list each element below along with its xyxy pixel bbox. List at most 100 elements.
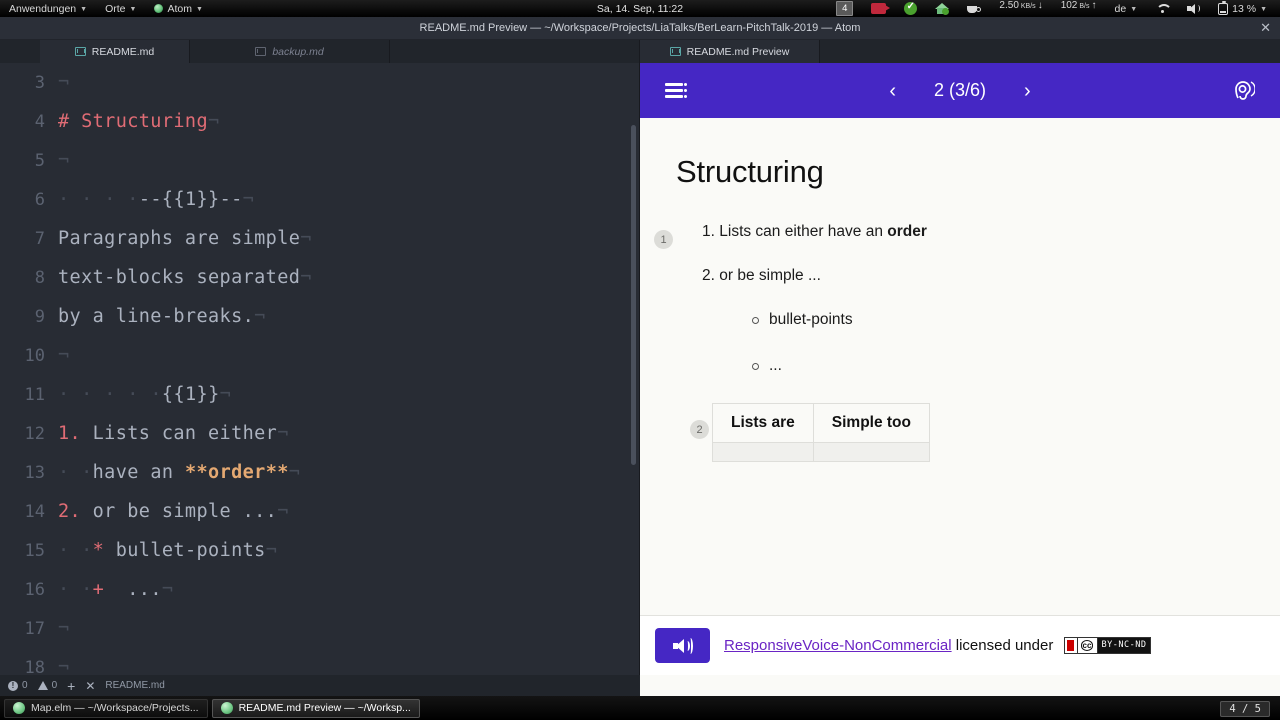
warning-count[interactable]: 0: [37, 680, 58, 691]
line-content: 1. Lists can either¬: [58, 423, 289, 444]
tabbar-empty-space: [390, 40, 639, 63]
line-content: · ·+ ...¬: [58, 579, 174, 600]
wifi-icon: [1155, 3, 1169, 14]
add-button[interactable]: +: [67, 678, 75, 694]
line-content: 2. or be simple ...¬: [58, 501, 289, 522]
tab-readme-md[interactable]: README.md: [40, 40, 190, 63]
error-count-label: 0: [22, 680, 28, 691]
line-number: 3: [34, 72, 45, 93]
atom-app-icon: [220, 702, 233, 714]
circle-bullet-icon: [752, 316, 759, 324]
editor-line: 14 2. or be simple ...¬: [0, 492, 640, 531]
ordered-list-marker: 1.: [702, 223, 715, 240]
table-header-cell[interactable]: Simple too: [812, 403, 931, 443]
taskbar-window-label: README.md Preview — ~/Worksp...: [238, 702, 411, 714]
line-content: ¬: [58, 150, 70, 171]
next-slide-button[interactable]: ›: [1024, 81, 1031, 101]
coffee-cup-icon: [967, 3, 982, 14]
license-text-label: licensed under: [951, 636, 1058, 654]
line-content: # Structuring¬: [58, 111, 220, 132]
line-content: · ·* bullet-points¬: [58, 540, 278, 561]
line-number: 18: [24, 657, 45, 676]
ordered-list-marker: 2.: [702, 266, 715, 284]
effect-group-2: 2 Lists are Simple too: [676, 403, 1240, 462]
taskbar-right: 4 / 5: [1220, 699, 1276, 717]
bullet-list-text: ...: [769, 357, 782, 374]
line-content: · · · · ·{{1}}¬: [58, 384, 232, 405]
cc-license-code: BY-NC-ND: [1096, 638, 1151, 654]
slide-counter: 2 (3/6): [933, 80, 987, 100]
table-header-cell[interactable]: Lists are: [712, 403, 814, 443]
responsivevoice-link[interactable]: ResponsiveVoice-NonCommercial: [724, 637, 952, 654]
cc-flag-icon: [1064, 638, 1077, 654]
line-content: text-blocks separated¬: [58, 267, 312, 288]
prev-slide-button[interactable]: ‹: [889, 81, 896, 101]
line-content: Paragraphs are simple¬: [58, 228, 312, 249]
line-number: 4: [34, 111, 45, 132]
line-number: 15: [24, 540, 45, 561]
ear-listen-icon[interactable]: [1233, 79, 1256, 103]
editor-line: 5 ¬: [0, 141, 640, 180]
taskbar: Map.elm — ~/Workspace/Projects... README…: [0, 696, 1280, 720]
line-number: 14: [24, 501, 45, 522]
slide-table: Lists are Simple too: [712, 403, 931, 462]
speaker-icon: [1187, 3, 1201, 14]
taskbar-window-map-elm[interactable]: Map.elm — ~/Workspace/Projects...: [4, 698, 208, 718]
warning-icon: [37, 681, 48, 690]
battery-icon: [1218, 0, 1229, 15]
editor-scrollbar[interactable]: [631, 125, 636, 465]
error-icon: !: [8, 680, 18, 691]
line-content: by a line-breaks.¬: [58, 306, 266, 327]
editor-line: 8 text-blocks separated¬: [0, 258, 640, 297]
editor-line: 10 ¬: [0, 336, 640, 375]
cc-circle-icon: cc: [1076, 638, 1097, 654]
line-number: 8: [34, 267, 45, 288]
effect-group-1: 1 1. Lists can either have an order 2. o…: [654, 223, 1240, 375]
effect-badge[interactable]: 1: [654, 230, 673, 249]
close-status-button[interactable]: ✕: [85, 679, 95, 693]
liascript-toolbar: ‹ 2 (3/6) ›: [640, 63, 1280, 118]
editor-line: 4 # Structuring¬: [0, 102, 640, 141]
chevron-down-icon: ▼: [1130, 6, 1138, 13]
cc-symbol: cc: [1080, 640, 1094, 652]
line-number: 13: [24, 462, 45, 483]
error-count[interactable]: ! 0: [8, 680, 28, 691]
effect-badge[interactable]: 2: [690, 420, 709, 439]
editor-line: 13 · ·have an **order**¬: [0, 453, 640, 492]
line-number: 11: [24, 384, 45, 405]
circle-bullet-icon: [752, 362, 759, 370]
creative-commons-badge[interactable]: cc BY-NC-ND: [1063, 637, 1152, 655]
line-content: · · · ·--{{1}}--¬: [58, 189, 255, 210]
taskbar-window-readme-preview[interactable]: README.md Preview — ~/Worksp...: [211, 698, 420, 718]
preview-tabbar: README.md Preview: [640, 40, 1280, 63]
table-row: [712, 442, 931, 462]
preview-pane: README.md Preview ‹ 2 (3/6) › Structurin…: [640, 40, 1280, 696]
ordered-list-text: Lists can either have an: [719, 223, 888, 240]
status-filename[interactable]: README.md: [105, 680, 164, 691]
editor-line: 3 ¬: [0, 63, 640, 102]
editor-status-bar: ! 0 0 + ✕ README.md: [0, 675, 640, 696]
line-number: 5: [34, 150, 45, 171]
bold-text: order: [887, 223, 927, 240]
workspace-pager[interactable]: 4 / 5: [1220, 701, 1270, 717]
editor-line: 12 1. Lists can either¬: [0, 414, 640, 453]
table-header-row: Lists are Simple too: [712, 403, 931, 443]
line-content: · ·have an **order**¬: [58, 462, 301, 483]
preview-icon: [669, 47, 681, 56]
bullet-list-text: bullet-points: [769, 311, 853, 328]
editor-line: 7 Paragraphs are simple¬: [0, 219, 640, 258]
tab-label: README.md Preview: [686, 45, 790, 58]
text-to-speech-button[interactable]: [655, 628, 710, 663]
home-icon: [935, 2, 950, 15]
slide-navigation: ‹ 2 (3/6) ›: [640, 80, 1280, 101]
upload-unit: B/s: [1079, 3, 1090, 10]
tab-backup-md[interactable]: backup.md: [190, 40, 390, 63]
tab-readme-preview[interactable]: README.md Preview: [640, 40, 820, 63]
window-title: README.md Preview — ~/Workspace/Projects…: [419, 22, 861, 34]
window-close-button[interactable]: ✕: [1260, 20, 1271, 36]
markdown-file-icon: [255, 47, 267, 56]
warning-count-label: 0: [51, 680, 58, 691]
ordered-list-text: or be simple ...: [719, 266, 821, 284]
line-number: 10: [24, 345, 45, 366]
code-editor[interactable]: 3 ¬ 4 # Structuring¬ 5 ¬ 6 · · · ·--{{1}…: [0, 63, 640, 675]
